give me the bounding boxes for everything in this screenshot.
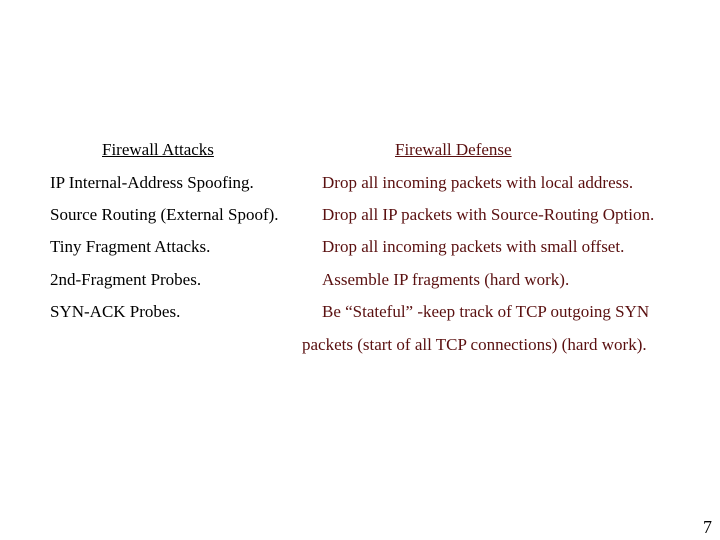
defense-item: Assemble IP fragments (hard work).	[322, 270, 570, 289]
defense-continuation: packets (start of all TCP connections) (…	[302, 335, 647, 354]
defense-item: Drop all incoming packets with local add…	[322, 173, 634, 192]
defense-header: Firewall Defense	[395, 140, 512, 159]
attacks-header-label: Firewall Attacks	[102, 140, 214, 159]
attack-item: Source Routing (External Spoof).	[50, 205, 279, 224]
defense-item: Drop all IP packets with Source-Routing …	[322, 205, 655, 224]
page-number: 7	[703, 517, 712, 537]
attack-item: Tiny Fragment Attacks.	[50, 237, 211, 256]
attack-item: IP Internal-Address Spoofing.	[50, 173, 254, 192]
attack-item: 2nd-Fragment Probes.	[50, 270, 202, 289]
defense-item: Drop all incoming packets with small off…	[322, 237, 625, 256]
attack-item: SYN-ACK Probes.	[50, 302, 181, 321]
defense-item: Be “Stateful” -keep track of TCP outgoin…	[322, 302, 650, 321]
attacks-header: Firewall Attacks	[31, 140, 214, 160]
